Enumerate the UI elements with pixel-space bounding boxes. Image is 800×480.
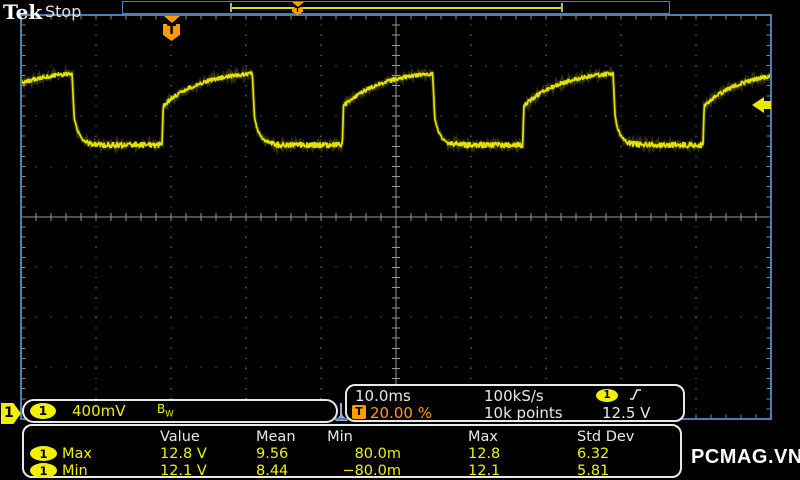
measurement-table: Value Mean Min Max Std Dev 1 Max 12.8 V … — [22, 424, 682, 479]
measurement-name: Max — [62, 446, 92, 462]
col-header-min: Min — [327, 429, 353, 445]
record-length-readout: 10k points — [484, 404, 563, 422]
measurement-stddev: 5.81 — [577, 463, 610, 479]
col-header-stddev: Std Dev — [577, 429, 635, 445]
ch1-badge: 1 — [30, 446, 57, 461]
pcmag-watermark: PCMAG.VN — [691, 446, 800, 468]
measurement-max: 12.8 — [468, 446, 501, 462]
tek-logo: Tek — [3, 0, 43, 24]
ch1-scale-readout: 400mV — [72, 402, 126, 420]
time-per-div-readout: 10.0ms — [355, 387, 411, 405]
record-view-bar[interactable]: T — [122, 1, 670, 15]
left-arrow-icon — [752, 97, 771, 113]
record-trigger-marker[interactable]: T — [292, 2, 304, 15]
col-header-max: Max — [468, 429, 498, 445]
trigger-position-readout: 20.00 % — [370, 404, 432, 422]
trigger-level-arrow[interactable] — [751, 96, 773, 114]
measurement-value: 12.8 V — [160, 446, 207, 462]
trigger-position-t-icon: T — [163, 24, 180, 41]
record-window-segment — [232, 7, 562, 9]
record-window-bracket-left — [230, 3, 232, 12]
ch1-readout-box: 1 400mV BW — [22, 399, 338, 423]
measurement-min: −80.0m — [342, 463, 401, 479]
trigger-position-marker[interactable]: T — [163, 16, 180, 41]
measurement-header-row: Value Mean Min Max Std Dev — [24, 429, 680, 445]
trigger-t-icon: T — [352, 405, 366, 419]
measurement-stddev: 6.32 — [577, 446, 610, 462]
record-window-bracket-right — [561, 3, 563, 12]
measurement-row-max: 1 Max 12.8 V 9.56 80.0m 12.8 6.32 — [24, 446, 680, 462]
measurement-max: 12.1 — [468, 463, 501, 479]
measurement-row-min: 1 Min 12.1 V 8.44 −80.0m 12.1 5.81 — [24, 463, 680, 479]
bandwidth-limit-icon: BW — [157, 402, 174, 420]
record-trigger-t-icon: T — [292, 7, 303, 15]
measurement-min: 80.0m — [354, 446, 401, 462]
col-header-value: Value — [160, 429, 200, 445]
ch1-badge: 1 — [30, 463, 57, 478]
measurement-value: 12.1 V — [160, 463, 207, 479]
horizontal-trigger-readout-box: 10.0ms T 20.00 % 100kS/s 10k points 1 12… — [345, 384, 685, 422]
record-trigger-arrow-icon — [292, 2, 304, 7]
trigger-source-badge: 1 — [596, 389, 618, 402]
sample-rate-readout: 100kS/s — [484, 387, 544, 405]
trigger-position-arrow-icon — [163, 16, 180, 23]
measurement-name: Min — [62, 463, 88, 479]
acquisition-status: Stop — [45, 2, 82, 21]
rising-edge-slope-icon — [630, 389, 641, 400]
ch1-badge: 1 — [30, 403, 56, 419]
trigger-level-readout: 12.5 V — [602, 404, 651, 422]
graticule-grid — [21, 15, 771, 419]
